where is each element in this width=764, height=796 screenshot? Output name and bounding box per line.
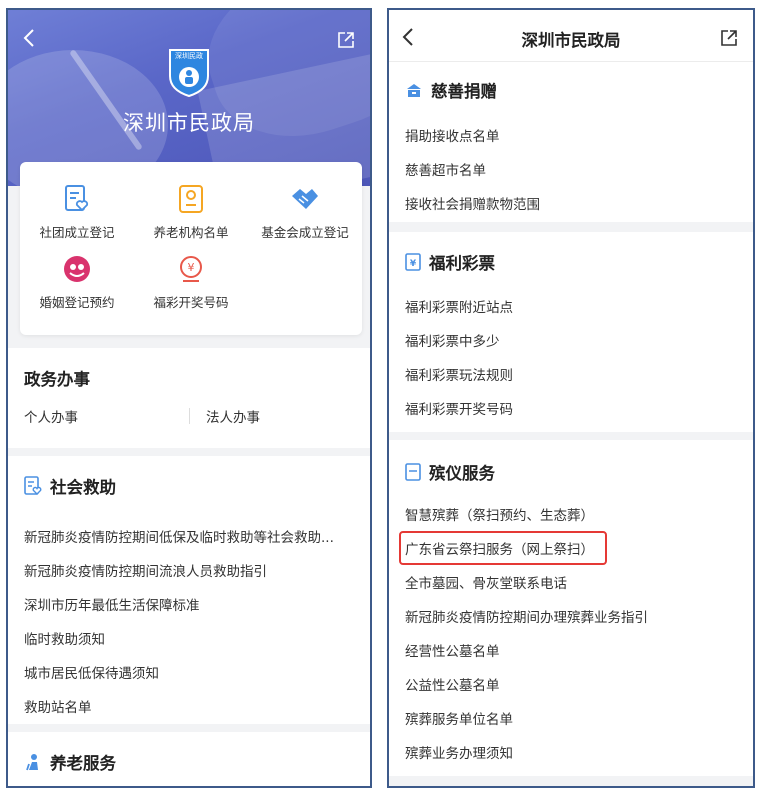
shortcut-label: 社团成立登记 — [39, 225, 115, 240]
charity-box-icon — [407, 84, 421, 97]
list-item-cloud-sweeping[interactable]: 广东省云祭扫服务（网上祭扫） — [405, 538, 594, 558]
divider — [189, 408, 190, 424]
shortcut-label: 婚姻登记预约 — [39, 295, 115, 310]
section-title: 养老服务 — [24, 750, 116, 774]
list-item[interactable]: 全市墓园、骨灰堂联系电话 — [405, 572, 567, 592]
right-screen: 深圳市民政局 慈善捐赠 捐助接收点名单 慈善超市名单 接收社会捐赠款物范围 ¥ — [387, 8, 755, 788]
list-item[interactable]: 临时救助须知 — [24, 628, 105, 648]
lottery-icon: ¥ — [176, 254, 206, 284]
shortcut-lottery-numbers[interactable]: ¥ 福彩开奖号码 — [134, 254, 248, 311]
gov-affairs-card: 政务办事 个人办事 法人办事 — [8, 348, 370, 448]
form-heart-icon — [62, 184, 92, 214]
shortcut-foundation-registration[interactable]: 基金会成立登记 — [248, 184, 362, 241]
section-title: 政务办事 — [24, 370, 90, 389]
list-item[interactable]: 福利彩票开奖号码 — [405, 398, 513, 418]
shortcut-elderly-institutions[interactable]: 养老机构名单 — [134, 184, 248, 241]
id-card-icon — [176, 184, 206, 214]
left-screen: 深圳民政 深圳市民政局 社团成立登记 养老机构名单 基金会成立登记 婚姻登记预约… — [6, 8, 372, 788]
elderly-person-icon — [26, 754, 38, 771]
funeral-service-card: 殡仪服务 智慧殡葬（祭扫预约、生态葬） 广东省云祭扫服务（网上祭扫） 全市墓园、… — [389, 440, 753, 776]
share-icon — [721, 30, 737, 46]
section-title-text: 慈善捐赠 — [431, 82, 497, 101]
section-title: 慈善捐赠 — [405, 78, 497, 102]
list-item[interactable]: 接收社会捐赠款物范围 — [405, 193, 540, 213]
list-item[interactable]: 殡葬业务办理须知 — [405, 742, 513, 762]
svg-text:¥: ¥ — [410, 259, 417, 269]
share-button[interactable] — [336, 30, 356, 54]
section-title-text: 殡仪服务 — [429, 464, 495, 483]
section-title-text: 福利彩票 — [429, 254, 495, 273]
section-title: 殡仪服务 — [405, 460, 495, 484]
shortcut-marriage-booking[interactable]: 婚姻登记预约 — [20, 254, 134, 311]
back-button[interactable] — [22, 28, 36, 52]
lottery-card: ¥ 福利彩票 福利彩票附近站点 福利彩票中多少 福利彩票玩法规则 福利彩票开奖号… — [389, 232, 753, 432]
civil-affairs-logo: 深圳民政 — [166, 46, 212, 98]
list-item[interactable]: 福利彩票附近站点 — [405, 296, 513, 316]
shortcut-label: 福彩开奖号码 — [153, 295, 229, 310]
share-button[interactable] — [719, 28, 739, 52]
list-item[interactable]: 新冠肺炎疫情防控期间低保及临时救助等社会救助... — [24, 526, 334, 546]
social-aid-card: 社会救助 新冠肺炎疫情防控期间低保及临时救助等社会救助... 新冠肺炎疫情防控期… — [8, 456, 370, 724]
list-item[interactable]: 殡葬服务单位名单 — [405, 708, 513, 728]
shortcut-label: 基金会成立登记 — [261, 225, 349, 240]
list-item[interactable]: 新冠肺炎疫情防控期间流浪人员救助指引 — [24, 560, 267, 580]
page-title: 深圳市民政局 — [521, 31, 621, 50]
logo-text: 深圳民政 — [175, 52, 203, 60]
shortcut-org-registration[interactable]: 社团成立登记 — [20, 184, 134, 241]
shortcut-grid: 社团成立登记 养老机构名单 基金会成立登记 婚姻登记预约 ¥ 福彩开奖号码 — [20, 162, 362, 335]
list-item[interactable]: 新冠肺炎疫情防控期间办理殡葬业务指引 — [405, 606, 648, 626]
list-item[interactable]: 城市居民低保待遇须知 — [24, 662, 159, 682]
list-item[interactable]: 智慧殡葬（祭扫预约、生态葬） — [405, 504, 594, 524]
share-icon — [338, 32, 354, 48]
marriage-icon — [62, 254, 92, 284]
tab-corporate-affairs[interactable]: 法人办事 — [206, 406, 260, 426]
charity-card: 慈善捐赠 捐助接收点名单 慈善超市名单 接收社会捐赠款物范围 — [389, 62, 753, 222]
svg-text:¥: ¥ — [188, 261, 195, 274]
hero-banner: 深圳民政 深圳市民政局 — [8, 10, 370, 186]
list-item[interactable]: 救助站名单 — [24, 696, 92, 716]
form-heart-icon — [24, 476, 42, 495]
list-item[interactable]: 慈善超市名单 — [405, 159, 486, 179]
handshake-icon — [290, 184, 320, 214]
shortcut-label: 养老机构名单 — [153, 225, 229, 240]
list-item[interactable]: 公益性公墓名单 — [405, 674, 500, 694]
list-item[interactable]: 福利彩票玩法规则 — [405, 364, 513, 384]
memorial-icon — [405, 463, 421, 481]
list-item[interactable]: 深圳市历年最低生活保障标准 — [24, 594, 200, 614]
section-title-text: 养老服务 — [50, 754, 116, 773]
navigation-bar: 深圳市民政局 — [389, 10, 753, 62]
section-title: ¥ 福利彩票 — [405, 250, 495, 274]
tab-personal-affairs[interactable]: 个人办事 — [24, 406, 78, 426]
elderly-service-card: 养老服务 — [8, 732, 370, 786]
list-item[interactable]: 经营性公墓名单 — [405, 640, 500, 660]
section-title-text: 社会救助 — [50, 478, 116, 497]
list-item[interactable]: 福利彩票中多少 — [405, 330, 500, 350]
section-title: 社会救助 — [24, 474, 116, 498]
list-item[interactable]: 捐助接收点名单 — [405, 125, 500, 145]
chevron-left-icon — [23, 29, 34, 47]
lottery-ticket-icon: ¥ — [405, 253, 421, 271]
page-title: 深圳市民政局 — [123, 111, 255, 135]
